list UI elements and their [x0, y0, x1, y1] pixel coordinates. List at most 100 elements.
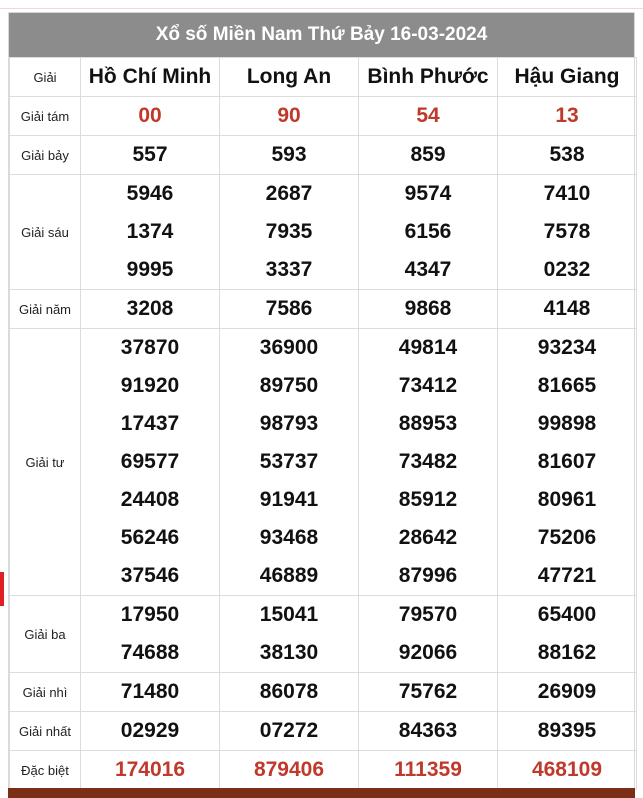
prize-number: 92066 — [398, 641, 458, 664]
province-long-an[interactable]: Long An — [219, 57, 359, 97]
prize-number: 17437 — [120, 412, 180, 435]
prize-number: 49814 — [398, 336, 458, 359]
prize-number: 56246 — [120, 526, 180, 549]
province-binh-phuoc[interactable]: Bình Phước — [358, 57, 498, 97]
prize-number: 13 — [555, 104, 579, 127]
prize-number: 4347 — [404, 258, 452, 281]
prize-number: 9995 — [126, 258, 174, 281]
prize-number: 593 — [271, 143, 307, 166]
prize-cell: 2687 7935 3337 — [219, 174, 359, 290]
prize-number: 9868 — [404, 297, 452, 320]
prize-number: 6156 — [404, 220, 452, 243]
prize-number: 02929 — [120, 719, 180, 742]
prize-number: 879406 — [253, 758, 325, 781]
prize-number: 28642 — [398, 526, 458, 549]
prize-number: 86078 — [259, 680, 319, 703]
top-strip — [0, 0, 643, 9]
prize-cell: 79570 92066 — [358, 595, 498, 673]
prize-number: 80961 — [537, 488, 597, 511]
prize-number: 37546 — [120, 564, 180, 587]
prize-number: 91920 — [120, 374, 180, 397]
prize-row: Đặc biệt 174016 879406 111359 468109 — [9, 750, 637, 790]
prize-cell: 9574 6156 4347 — [358, 174, 498, 290]
prize-number: 81607 — [537, 450, 597, 473]
prize-label: Giải nhất — [9, 711, 81, 751]
prize-row: Giải nhì 71480 86078 75762 26909 — [9, 672, 637, 712]
prize-cell: 5946 1374 9995 — [80, 174, 220, 290]
prize-number: 7410 — [543, 182, 591, 205]
prize-cell: 93234 81665 99898 81607 80961 75206 47721 — [497, 328, 637, 596]
prize-cell: 54 — [358, 96, 498, 136]
prize-cell: 468109 — [497, 750, 637, 790]
prize-row: Giải nhất 02929 07272 84363 89395 — [9, 711, 637, 751]
prize-number: 89750 — [259, 374, 319, 397]
prize-number: 538 — [549, 143, 585, 166]
prize-number: 36900 — [259, 336, 319, 359]
prize-number: 73482 — [398, 450, 458, 473]
prize-number: 468109 — [531, 758, 603, 781]
prize-number: 17950 — [120, 603, 180, 626]
prize-number: 7578 — [543, 220, 591, 243]
prize-number: 9574 — [404, 182, 452, 205]
prize-number: 38130 — [259, 641, 319, 664]
prize-cell: 3208 — [80, 289, 220, 329]
prize-cell: 13 — [497, 96, 637, 136]
prize-cell: 593 — [219, 135, 359, 175]
prize-number: 2687 — [265, 182, 313, 205]
prize-number: 5946 — [126, 182, 174, 205]
prize-cell: 7410 7578 0232 — [497, 174, 637, 290]
prize-cell: 86078 — [219, 672, 359, 712]
prize-number: 07272 — [259, 719, 319, 742]
prize-row: Giải năm 3208 7586 9868 4148 — [9, 289, 637, 329]
prize-cell: 90 — [219, 96, 359, 136]
prize-number: 37870 — [120, 336, 180, 359]
province-hcm[interactable]: Hồ Chí Minh — [80, 57, 220, 97]
footer-bar — [8, 788, 635, 798]
prize-cell: 37870 91920 17437 69577 24408 56246 37546 — [80, 328, 220, 596]
prize-number: 89395 — [537, 719, 597, 742]
prize-number: 7935 — [265, 220, 313, 243]
province-hau-giang[interactable]: Hậu Giang — [497, 57, 637, 97]
prize-number: 47721 — [537, 564, 597, 587]
prize-number: 65400 — [537, 603, 597, 626]
prize-number: 859 — [410, 143, 446, 166]
prize-number: 3337 — [265, 258, 313, 281]
prize-number: 54 — [416, 104, 440, 127]
prize-number: 111359 — [394, 758, 462, 781]
prize-number: 88953 — [398, 412, 458, 435]
prize-cell: 15041 38130 — [219, 595, 359, 673]
prize-number: 69577 — [120, 450, 180, 473]
prize-number: 85912 — [398, 488, 458, 511]
prize-row: Giải sáu 5946 1374 9995 2687 7935 3337 9574 6156… — [9, 174, 637, 290]
prize-label: Giải tư — [9, 328, 81, 596]
prize-number: 15041 — [259, 603, 319, 626]
prize-cell: 07272 — [219, 711, 359, 751]
prize-label: Giải sáu — [9, 174, 81, 290]
prize-cell: 17950 74688 — [80, 595, 220, 673]
prize-cell: 111359 — [358, 750, 498, 790]
prize-column-header: Giải — [9, 57, 81, 97]
prize-cell: 174016 — [80, 750, 220, 790]
prize-number: 91941 — [259, 488, 319, 511]
prize-number: 93468 — [259, 526, 319, 549]
results-table: Giải Hồ Chí Minh Long An Bình Phước Hậu … — [9, 57, 637, 790]
prize-cell: 879406 — [219, 750, 359, 790]
prize-cell: 89395 — [497, 711, 637, 751]
prize-number: 75762 — [398, 680, 458, 703]
prize-number: 0232 — [543, 258, 591, 281]
prize-cell: 36900 89750 98793 53737 91941 93468 46889 — [219, 328, 359, 596]
prize-number: 90 — [277, 104, 301, 127]
prize-number: 46889 — [259, 564, 319, 587]
prize-number: 74688 — [120, 641, 180, 664]
prize-cell: 65400 88162 — [497, 595, 637, 673]
prize-cell: 538 — [497, 135, 637, 175]
prize-number: 24408 — [120, 488, 180, 511]
prize-cell: 9868 — [358, 289, 498, 329]
prize-number: 3208 — [126, 297, 174, 320]
prize-number: 4148 — [543, 297, 591, 320]
prize-label: Đặc biệt — [9, 750, 81, 790]
prize-label: Giải bảy — [9, 135, 81, 175]
prize-cell: 4148 — [497, 289, 637, 329]
prize-cell: 859 — [358, 135, 498, 175]
prize-number: 73412 — [398, 374, 458, 397]
